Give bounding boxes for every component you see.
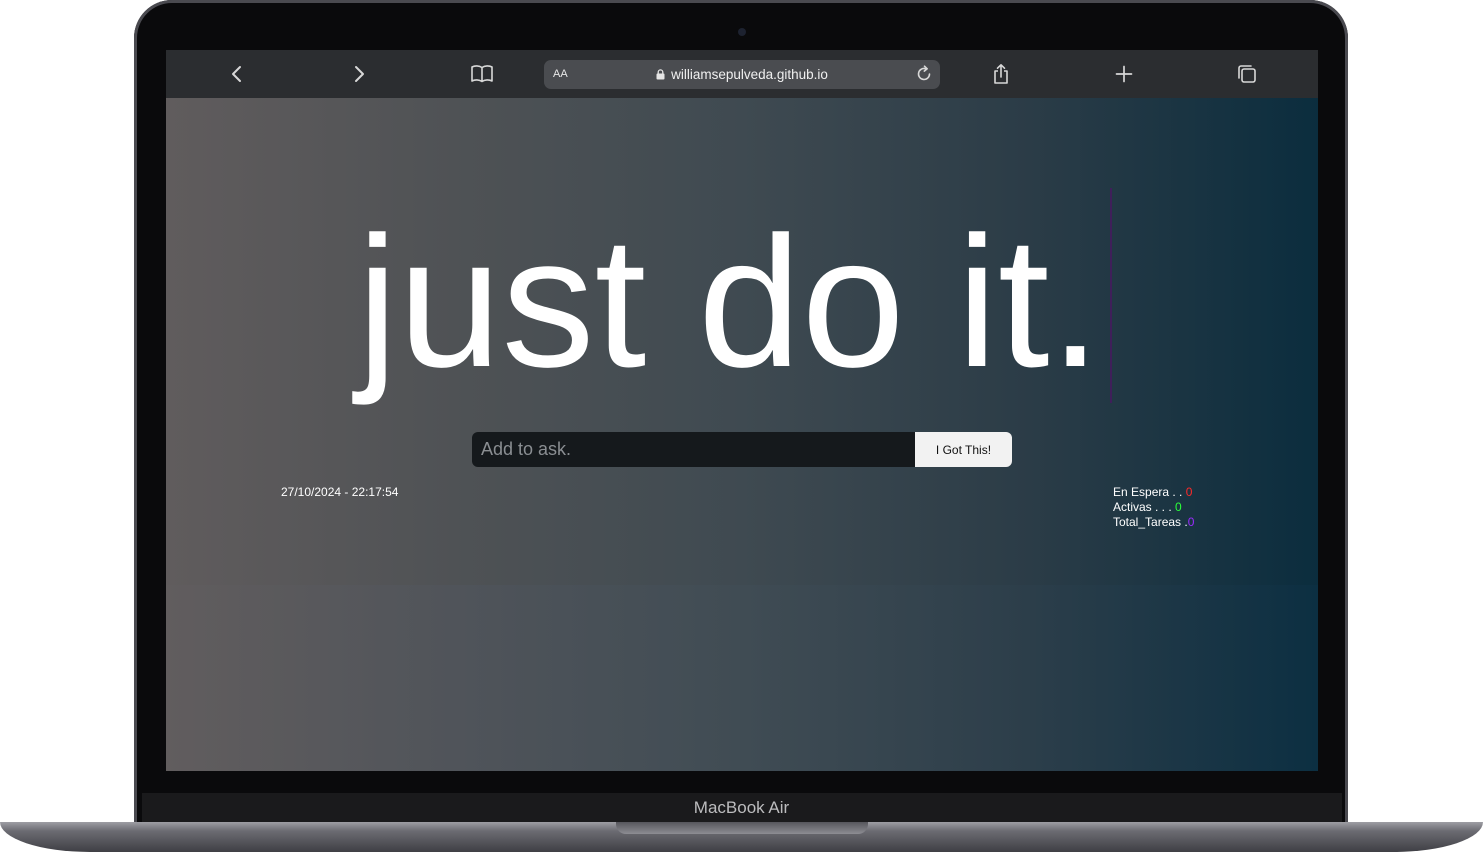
stat-waiting-label: En Espera . . (1113, 485, 1186, 499)
chevron-right-icon (355, 66, 364, 82)
task-input[interactable] (472, 432, 915, 467)
datetime-display: 27/10/2024 - 22:17:54 (281, 485, 399, 499)
forward-button[interactable] (347, 62, 371, 86)
stat-total-value: 0 (1187, 515, 1195, 529)
bookmarks-button[interactable] (470, 62, 494, 86)
back-button[interactable] (225, 62, 249, 86)
url-text: williamsepulveda.github.io (671, 67, 828, 82)
stat-waiting: En Espera . . 0 (1113, 485, 1194, 500)
tabs-button[interactable] (1235, 62, 1259, 86)
add-task-button[interactable]: I Got This! (915, 432, 1012, 467)
lock-icon (656, 69, 665, 80)
book-icon (471, 65, 493, 83)
stat-active-label: Activas . . . (1113, 500, 1176, 514)
task-form: I Got This! (472, 432, 1012, 467)
stat-active: Activas . . . 0 (1113, 500, 1194, 515)
stat-total: Total_Tareas .0 (1113, 515, 1194, 530)
plus-icon (1115, 65, 1133, 83)
screen: AA williamsepulveda.github.io just do it… (166, 50, 1318, 771)
web-page: just do it. I Got This! 27/10/2024 - 22:… (166, 98, 1318, 771)
chevron-left-icon (232, 66, 241, 82)
page-title: just do it. (166, 198, 1318, 408)
laptop-notch (616, 822, 868, 834)
share-icon (994, 64, 1008, 84)
text-size-button[interactable]: AA (553, 68, 568, 80)
task-stats: En Espera . . 0 Activas . . . 0 Total_Ta… (1113, 485, 1194, 530)
tabs-icon (1238, 65, 1256, 83)
share-button[interactable] (989, 62, 1013, 86)
reload-icon[interactable] (914, 64, 934, 84)
camera-icon (738, 28, 746, 36)
new-tab-button[interactable] (1112, 62, 1136, 86)
stat-active-value: 0 (1175, 500, 1182, 514)
page-lower-area (166, 585, 1318, 771)
page-title-text: just do it. (356, 199, 1102, 406)
browser-toolbar: AA williamsepulveda.github.io (166, 50, 1318, 98)
address-bar[interactable]: AA williamsepulveda.github.io (544, 60, 940, 89)
stat-waiting-value: 0 (1185, 485, 1193, 499)
stat-total-label: Total_Tareas . (1113, 515, 1188, 529)
brand-label: MacBook Air (693, 798, 790, 817)
typing-caret (1110, 188, 1112, 403)
